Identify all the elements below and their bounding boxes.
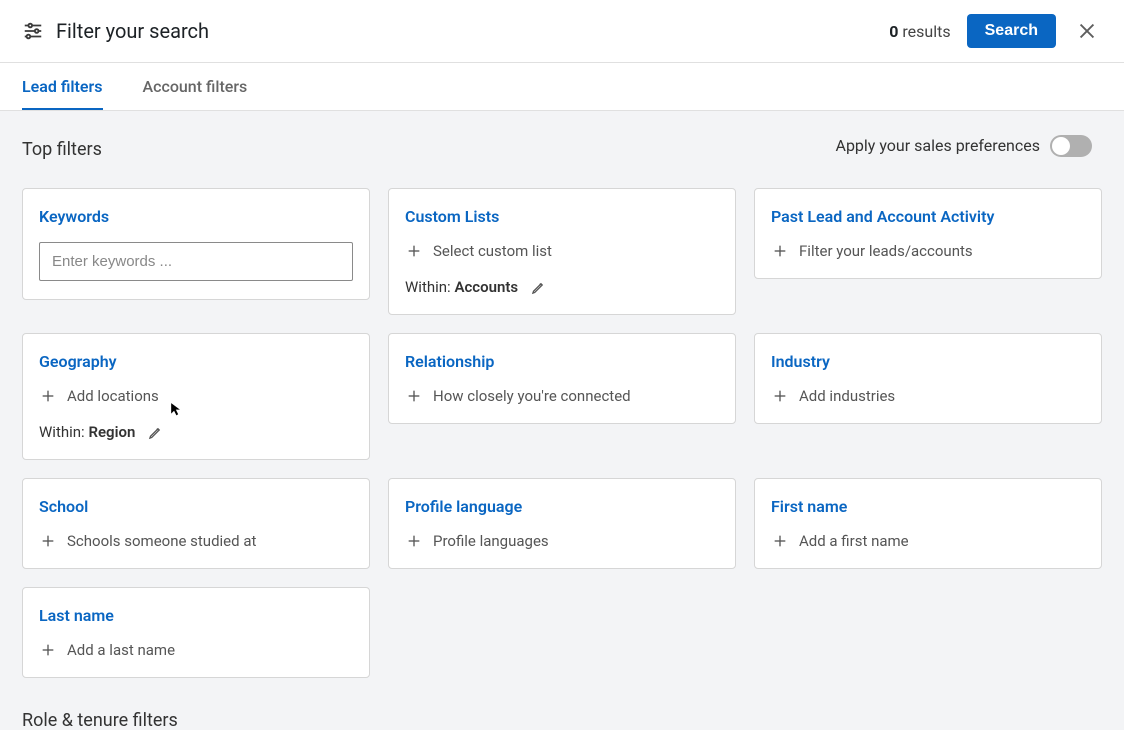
keywords-input[interactable]	[39, 242, 353, 281]
apply-preferences-toggle[interactable]	[1050, 135, 1092, 157]
school-add-label: Schools someone studied at	[67, 532, 256, 550]
card-geography: Geography Add locations Within: Region	[22, 333, 370, 460]
relationship-add-label: How closely you're connected	[433, 387, 631, 405]
header-left: Filter your search	[22, 19, 209, 43]
header: Filter your search 0 results Search	[0, 0, 1124, 63]
card-title-past-activity: Past Lead and Account Activity	[771, 207, 1085, 226]
plus-icon	[771, 532, 789, 550]
card-title-industry: Industry	[771, 352, 1085, 371]
tab-lead-filters[interactable]: Lead filters	[22, 63, 103, 110]
industry-add-label: Add industries	[799, 387, 895, 405]
section-title-top-filters: Top filters	[22, 139, 102, 160]
within-value: Accounts	[454, 278, 518, 296]
past-activity-add[interactable]: Filter your leads/accounts	[771, 242, 1085, 260]
geography-within: Within: Region	[39, 423, 353, 441]
profile-language-add[interactable]: Profile languages	[405, 532, 719, 550]
apply-preferences-label: Apply your sales preferences	[836, 136, 1041, 155]
content: Top filters Apply your sales preferences…	[0, 111, 1124, 730]
plus-icon	[405, 242, 423, 260]
page-title: Filter your search	[56, 19, 209, 43]
card-title-school: School	[39, 497, 353, 516]
geography-add[interactable]: Add locations	[39, 387, 353, 405]
first-name-add-label: Add a first name	[799, 532, 909, 550]
header-right: 0 results Search	[889, 14, 1102, 48]
within-label: Within:	[405, 278, 451, 296]
within-value: Region	[88, 423, 135, 441]
industry-add[interactable]: Add industries	[771, 387, 1085, 405]
card-past-activity: Past Lead and Account Activity Filter yo…	[754, 188, 1102, 279]
card-title-profile-language: Profile language	[405, 497, 719, 516]
pencil-icon[interactable]	[530, 279, 546, 295]
school-add[interactable]: Schools someone studied at	[39, 532, 353, 550]
filter-sliders-icon	[22, 20, 44, 42]
plus-icon	[405, 532, 423, 550]
first-name-add[interactable]: Add a first name	[771, 532, 1085, 550]
card-industry: Industry Add industries	[754, 333, 1102, 424]
results-text: 0 results	[889, 22, 950, 41]
custom-lists-add[interactable]: Select custom list	[405, 242, 719, 260]
search-button[interactable]: Search	[967, 14, 1056, 48]
pencil-icon[interactable]	[147, 424, 163, 440]
section-title-role-tenure: Role & tenure filters	[22, 710, 1102, 730]
results-count: 0	[889, 22, 898, 41]
card-title-keywords: Keywords	[39, 207, 353, 226]
card-last-name: Last name Add a last name	[22, 587, 370, 678]
prefs-row: Top filters Apply your sales preferences	[22, 131, 1102, 160]
card-school: School Schools someone studied at	[22, 478, 370, 569]
geography-add-label: Add locations	[67, 387, 159, 405]
plus-icon	[771, 387, 789, 405]
within-label: Within:	[39, 423, 85, 441]
custom-lists-add-label: Select custom list	[433, 242, 552, 260]
last-name-add[interactable]: Add a last name	[39, 641, 353, 659]
tabs: Lead filters Account filters	[0, 63, 1124, 111]
profile-language-add-label: Profile languages	[433, 532, 549, 550]
card-first-name: First name Add a first name	[754, 478, 1102, 569]
card-title-relationship: Relationship	[405, 352, 719, 371]
card-title-geography: Geography	[39, 352, 353, 371]
custom-lists-within: Within: Accounts	[405, 278, 719, 296]
relationship-add[interactable]: How closely you're connected	[405, 387, 719, 405]
plus-icon	[405, 387, 423, 405]
card-title-first-name: First name	[771, 497, 1085, 516]
plus-icon	[771, 242, 789, 260]
card-profile-language: Profile language Profile languages	[388, 478, 736, 569]
plus-icon	[39, 387, 57, 405]
plus-icon	[39, 532, 57, 550]
card-custom-lists: Custom Lists Select custom list Within: …	[388, 188, 736, 315]
toggle-knob	[1052, 137, 1070, 155]
card-title-custom-lists: Custom Lists	[405, 207, 719, 226]
filter-grid: Keywords Custom Lists Select custom list…	[22, 188, 1102, 678]
card-keywords: Keywords	[22, 188, 370, 300]
past-activity-add-label: Filter your leads/accounts	[799, 242, 973, 260]
close-button[interactable]	[1072, 16, 1102, 46]
last-name-add-label: Add a last name	[67, 641, 175, 659]
results-label: results	[902, 22, 950, 41]
apply-preferences: Apply your sales preferences	[836, 135, 1093, 157]
tab-account-filters[interactable]: Account filters	[143, 63, 248, 110]
card-relationship: Relationship How closely you're connecte…	[388, 333, 736, 424]
plus-icon	[39, 641, 57, 659]
card-title-last-name: Last name	[39, 606, 353, 625]
